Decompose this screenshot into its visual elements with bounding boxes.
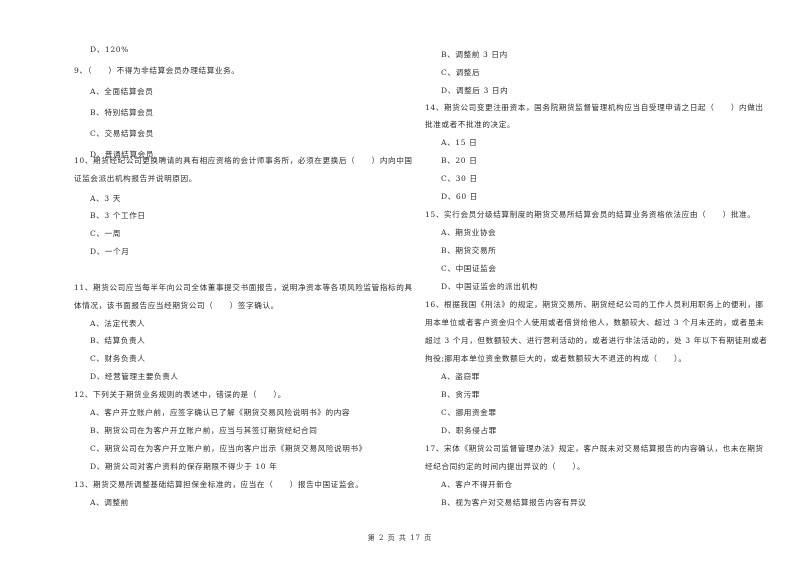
- q10-option-a: A、3 天: [90, 194, 121, 203]
- q11-option-c: C、财务负责人: [90, 354, 146, 363]
- q14-option-a: A、15 日: [441, 138, 478, 147]
- q9-stem: 9、（ ）不得为非结算会员办理结算业务。: [74, 66, 240, 75]
- q15-option-d: D、中国证监会的派出机构: [441, 282, 538, 291]
- q16-option-d: D、职务侵占罪: [441, 426, 497, 435]
- q11-option-b: B、结算负责人: [90, 336, 146, 345]
- q14-stem-line1: 14、期货公司变更注册资本，国务院期货监督管理机构应当自受理申请之日起（ ）内做…: [425, 103, 764, 112]
- q13-option-d: D、调整后 3 日内: [441, 86, 509, 95]
- q15-option-c: C、中国证监会: [441, 264, 497, 273]
- q8-option-d: D、120%: [90, 45, 129, 54]
- q12-option-a: A、客户开立账户前，应签字确认已了解《期货交易风险说明书》的内容: [90, 408, 351, 417]
- q10-option-d: D、一个月: [90, 247, 130, 256]
- q14-option-b: B、20 日: [441, 156, 478, 165]
- q11-stem-line2: 体情况，该书面报告应当经期货公司（ ）签字确认。: [74, 301, 279, 310]
- exam-page: D、120% 9、（ ）不得为非结算会员办理结算业务。 A、全面结算会员 B、特…: [0, 0, 800, 565]
- q16-stem-line2: 用本单位或者客户资金归个人使用或者借贷给他人，数额较大、超过 3 个月未还的，或…: [425, 318, 765, 327]
- q15-option-b: B、期货交易所: [441, 246, 497, 255]
- q10-option-c: C、一周: [90, 229, 121, 238]
- q16-option-c: C、挪用资金罪: [441, 408, 497, 417]
- q15-option-a: A、期货业协会: [441, 228, 497, 237]
- q16-option-a: A、盗窃罪: [441, 372, 480, 381]
- q16-stem-line3: 超过 3 个月，但数额较大、进行营利活动的，或者进行非法活动的，处 3 年以下有…: [425, 336, 768, 345]
- q12-option-b: B、期货公司在为客户开立账户前，应当与其签订期货经纪合同: [90, 426, 318, 435]
- q14-option-c: C、30 日: [441, 174, 478, 183]
- page-footer: 第 2 页 共 17 页: [367, 534, 433, 542]
- q11-stem-line1: 11、期货公司应当每半年向公司全体董事提交书面报告，说明净资本等各项风险监管指标…: [74, 283, 413, 292]
- q13-stem: 13、期货交易所调整基础结算担保金标准的，应当在（ ）报告中国证监会。: [74, 480, 364, 489]
- q9-option-b: B、特别结算会员: [90, 108, 154, 117]
- q13-option-a: A、调整前: [90, 498, 129, 507]
- q17-option-a: A、客户不得开新仓: [441, 480, 513, 489]
- q17-stem-line1: 17、宋体《期货公司监督管理办法》规定，客户既未对交易结算报告的内容确认，也未在…: [425, 444, 764, 453]
- q12-option-c: C、期货公司在为客户开立账户前，应当向客户出示《期货交易风险说明书》: [90, 444, 367, 453]
- q15-stem: 15、实行会员分级结算制度的期货交易所结算会员的结算业务资格依法应由（ ）批准。: [425, 210, 756, 219]
- q10-stem-line2: 证监会派出机构报告并说明原因。: [74, 174, 197, 183]
- q16-stem-line1: 16、根据我国《刑法》的规定，期货交易所、期货经纪公司的工作人员利用职务上的便利…: [425, 300, 764, 309]
- q17-option-b: B、视为客户对交易结算报告内容有异议: [441, 498, 587, 507]
- q10-stem-line1: 10、期货经纪公司更换聘请的具有相应资格的会计师事务所，必须在更换后（ ）内向中…: [74, 156, 413, 165]
- q10-option-b: B、3 个工作日: [90, 211, 146, 220]
- q11-option-a: A、法定代表人: [90, 319, 146, 328]
- q17-stem-line2: 经纪合同约定的时间内提出异议的（ ）。: [425, 462, 586, 471]
- q16-option-b: B、贪污罪: [441, 390, 480, 399]
- q13-option-c: C、调整后: [441, 68, 481, 77]
- q14-option-d: D、60 日: [441, 192, 478, 201]
- q13-option-b: B、调整前 3 日内: [441, 50, 508, 59]
- q12-option-d: D、期货公司对客户资料的保存期限不得少于 10 年: [90, 462, 278, 471]
- q14-stem-line2: 批准或者不批准的决定。: [425, 120, 516, 129]
- q16-stem-line4: 拘役;挪用本单位资金数额巨大的，或者数额较大不退还的构成（ ）。: [425, 354, 687, 363]
- q11-option-d: D、经营管理主要负责人: [90, 372, 179, 381]
- q9-option-c: C、交易结算会员: [90, 129, 154, 138]
- q12-stem: 12、下列关于期货业务规则的表述中，错误的是（ ）。: [74, 390, 286, 399]
- q9-option-a: A、全面结算会员: [90, 87, 154, 96]
